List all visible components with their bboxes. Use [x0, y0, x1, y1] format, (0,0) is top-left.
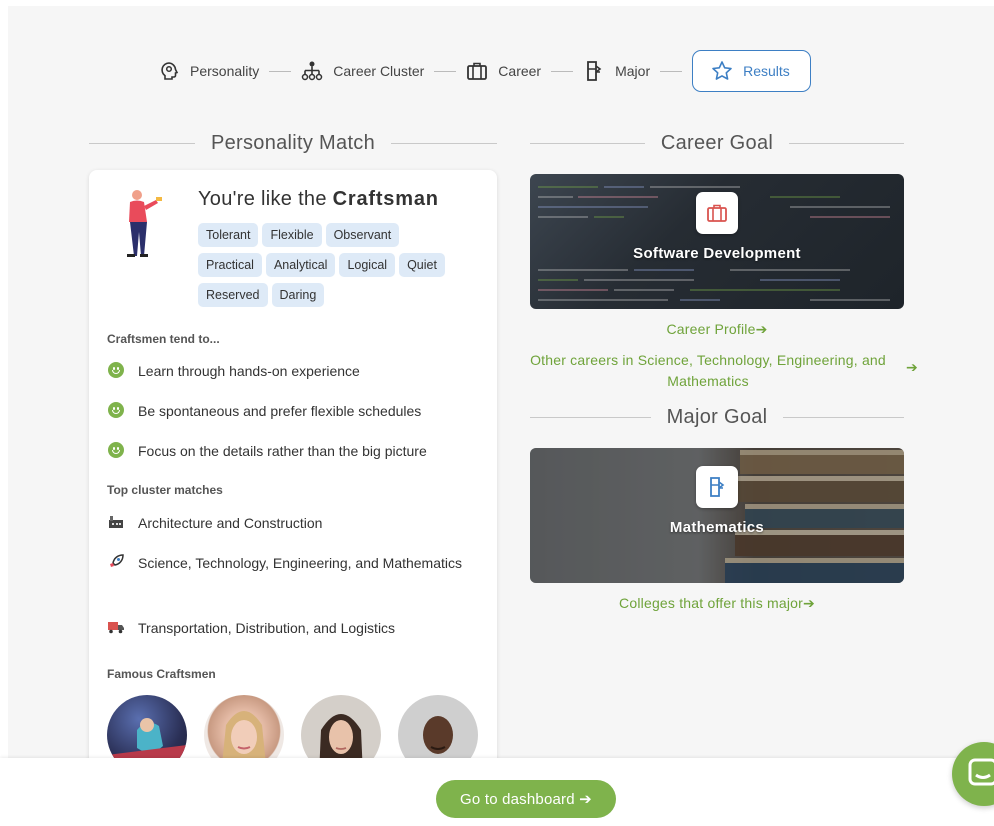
footer-bar: Go to dashboard ➔ [0, 758, 994, 826]
smile-icon [107, 401, 125, 419]
other-careers-link[interactable]: Other careers in Science, Technology, En… [508, 350, 908, 392]
major-goal-heading: Major Goal [530, 406, 904, 429]
step-career[interactable]: Career [466, 50, 541, 92]
cluster-matches-heading: Top cluster matches [107, 483, 223, 497]
trait-list: Tolerant Flexible Observant Practical Analy… [198, 223, 478, 313]
arrow-right-icon: ➔ [906, 359, 918, 375]
craftsman-illustration [127, 190, 162, 257]
list-item: Be spontaneous and prefer flexible sched… [107, 399, 477, 424]
trait-badge: Practical [198, 253, 262, 277]
famous-heading: Famous Craftsmen [107, 667, 216, 681]
arrow-right-icon: ➔ [803, 595, 815, 611]
colleges-link[interactable]: Colleges that offer this major➔ [530, 595, 904, 612]
step-connector [660, 70, 683, 72]
star-icon [711, 60, 733, 82]
trait-badge: Quiet [399, 253, 445, 277]
go-to-dashboard-button[interactable]: Go to dashboard ➔ [436, 780, 616, 818]
list-item: Focus on the details rather than the big… [107, 439, 477, 464]
book-icon [696, 466, 738, 508]
results-page: Personality Career Cluster Career Major [8, 6, 994, 826]
smile-icon [107, 441, 125, 459]
briefcase-icon [466, 60, 488, 82]
career-goal-card[interactable]: Software Development [530, 174, 904, 309]
career-goal-heading: Career Goal [530, 132, 904, 155]
career-goal-name: Software Development [633, 245, 801, 262]
trait-badge: Reserved [198, 283, 268, 307]
smile-icon [107, 361, 125, 379]
book-icon [583, 60, 605, 82]
org-chart-icon [301, 60, 323, 82]
progress-stepper: Personality Career Cluster Career Major [158, 50, 811, 92]
cluster-item: Transportation, Distribution, and Logist… [107, 616, 477, 641]
trait-badge: Tolerant [198, 223, 259, 247]
arrow-right-icon: ➔ [579, 791, 592, 808]
tendencies-heading: Craftsmen tend to... [107, 332, 220, 346]
truck-icon [107, 618, 125, 636]
step-career-cluster[interactable]: Career Cluster [301, 50, 424, 92]
step-connector [434, 70, 457, 72]
briefcase-icon [696, 192, 738, 234]
personality-card: You're like the Craftsman Tolerant Flexib… [89, 170, 497, 790]
step-label: Personality [190, 63, 260, 79]
chat-icon [968, 758, 994, 786]
cluster-item: Architecture and Construction [107, 511, 477, 536]
head-icon [158, 60, 180, 82]
trait-badge: Analytical [265, 253, 336, 277]
step-connector [269, 70, 292, 72]
step-results[interactable]: Results [692, 50, 811, 92]
step-connector [551, 70, 574, 72]
personality-match-heading: Personality Match [89, 132, 497, 155]
rocket-icon [107, 553, 125, 571]
major-goal-card[interactable]: Mathematics [530, 448, 904, 583]
step-label: Results [743, 63, 790, 79]
step-label: Career Cluster [333, 63, 425, 79]
major-goal-name: Mathematics [669, 519, 765, 536]
list-item: Learn through hands-on experience [107, 359, 477, 384]
trait-badge: Observant [325, 223, 400, 247]
career-profile-link[interactable]: Career Profile➔ [530, 321, 904, 338]
step-major[interactable]: Major [583, 50, 650, 92]
arrow-right-icon: ➔ [755, 321, 768, 337]
trait-badge: Logical [339, 253, 396, 277]
step-label: Major [615, 63, 651, 79]
step-personality[interactable]: Personality [158, 50, 259, 92]
personality-type-title: You're like the Craftsman [198, 188, 439, 210]
cluster-item: Science, Technology, Engineering, and Ma… [107, 551, 477, 576]
trait-badge: Daring [271, 283, 325, 307]
factory-icon [107, 513, 125, 531]
step-label: Career [498, 63, 542, 79]
trait-badge: Flexible [262, 223, 322, 247]
chat-launcher-button[interactable] [952, 742, 994, 806]
personality-type-name: Craftsman [332, 188, 439, 210]
page-margin [0, 0, 8, 826]
